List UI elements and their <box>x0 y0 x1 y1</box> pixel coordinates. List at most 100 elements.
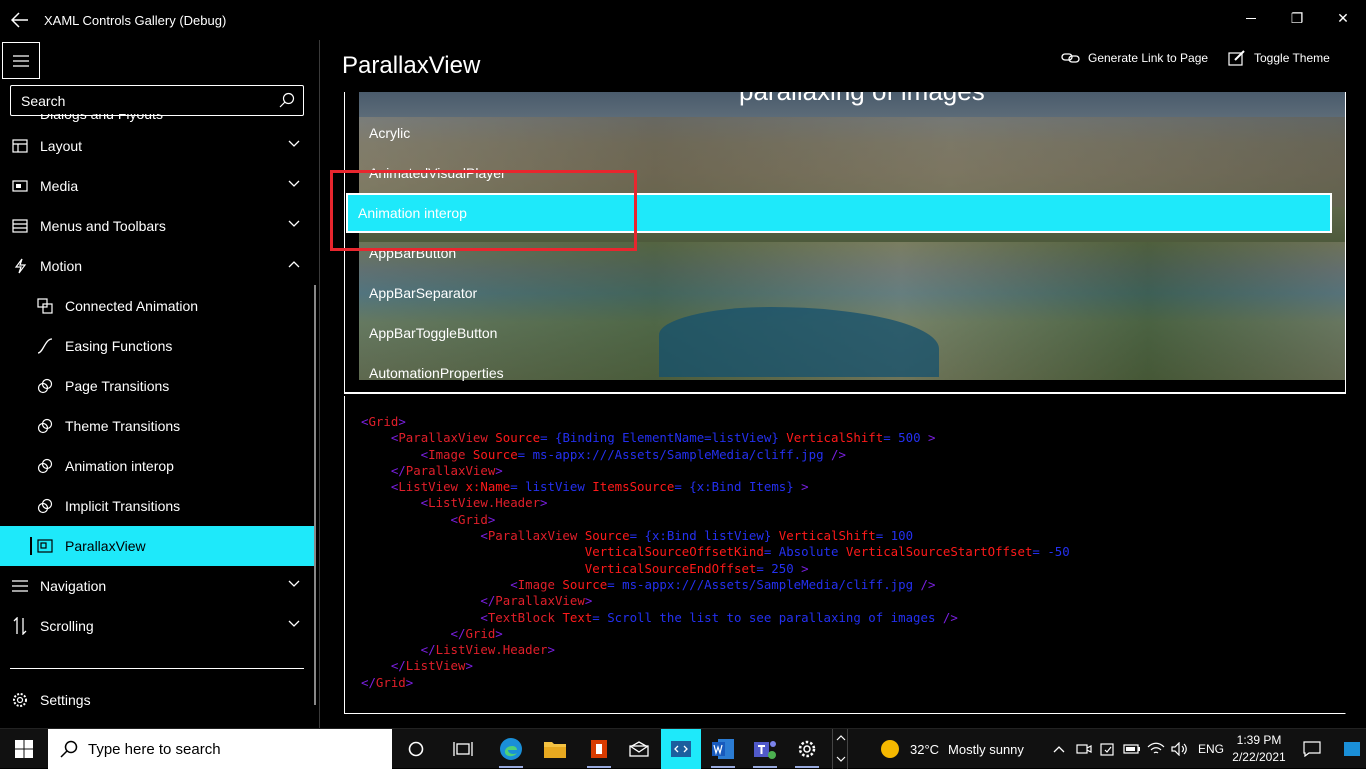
minimize-button[interactable]: — <box>1228 0 1274 36</box>
sidebar-item-motion[interactable]: Motion <box>0 246 319 286</box>
page-title: ParallaxView <box>342 52 481 79</box>
list-item-label: AppBarToggleButton <box>369 325 498 341</box>
sidebar-item-implicit-transitions[interactable]: Implicit Transitions <box>0 486 319 526</box>
taskbar-teams[interactable] <box>745 729 785 769</box>
scrolling-icon <box>11 617 29 635</box>
language-indicator[interactable]: ENG <box>1198 739 1224 759</box>
code-line: </ParallaxView> <box>361 463 1070 479</box>
taskbar-mail[interactable] <box>619 729 659 769</box>
notifications-button[interactable] <box>1302 739 1322 759</box>
xaml-code-block: <Grid> <ParallaxView Source= {Binding El… <box>361 414 1070 691</box>
taskbar-search-box[interactable]: Type here to search <box>48 729 392 769</box>
taskbar-office[interactable] <box>579 729 619 769</box>
code-line: VerticalSourceEndOffset= 250 > <box>361 561 1070 577</box>
list-item[interactable]: AppBarToggleButton <box>357 313 1329 353</box>
taskbar-xaml-gallery[interactable] <box>661 729 701 769</box>
list-item-label: AppBarSeparator <box>369 285 478 301</box>
highlight-annotation-box <box>330 170 637 251</box>
sidebar-item-media[interactable]: Media <box>0 166 319 206</box>
sidebar-item-connected-animation[interactable]: Connected Animation <box>0 286 319 326</box>
code-token: Source <box>495 430 541 446</box>
code-line: <ParallaxView Source= {x:Bind listView} … <box>361 528 1070 544</box>
taskbar-file-explorer[interactable] <box>535 729 575 769</box>
generate-link-button[interactable]: Generate Link to Page <box>1061 48 1208 68</box>
code-token: ParallaxView <box>405 462 496 478</box>
sidebar-item-scrolling[interactable]: Scrolling <box>0 606 319 646</box>
code-token: ListView <box>398 479 466 495</box>
theme-edit-icon <box>1228 50 1245 66</box>
tray-app-icon[interactable] <box>1098 739 1118 759</box>
battery-icon[interactable] <box>1122 739 1142 759</box>
list-item[interactable]: Acrylic <box>357 113 1329 153</box>
sidebar-item-label: Scrolling <box>40 618 94 634</box>
wifi-icon[interactable] <box>1146 739 1166 759</box>
media-icon <box>11 177 29 195</box>
toggle-theme-button[interactable]: Toggle Theme <box>1228 48 1330 68</box>
taskbar-clock[interactable]: 1:39 PM 2/22/2021 <box>1228 732 1290 766</box>
hamburger-icon <box>13 54 29 67</box>
sidebar-item-parallaxview[interactable]: ParallaxView <box>0 526 316 566</box>
meet-now-icon[interactable] <box>1074 739 1094 759</box>
sidebar-item-menus-toolbars[interactable]: Menus and Toolbars <box>0 206 319 246</box>
code-token: < <box>361 495 429 511</box>
sidebar-item-easing-functions[interactable]: Easing Functions <box>0 326 319 366</box>
clock-date: 2/22/2021 <box>1232 750 1286 764</box>
taskbar-settings[interactable] <box>787 729 827 769</box>
close-button[interactable]: ✕ <box>1320 0 1366 36</box>
code-token: = Scroll the list to see parallaxing of … <box>592 609 943 625</box>
cortana-button[interactable] <box>396 729 436 769</box>
clock-time: 1:39 PM <box>1236 733 1282 747</box>
list-item[interactable]: AutomationProperties <box>357 353 1329 393</box>
code-token: < <box>361 446 429 462</box>
sidebar-item-dialogs-flyouts[interactable]: Dialogs and Flyouts <box>0 114 319 126</box>
search-icon[interactable] <box>279 92 295 108</box>
restore-button[interactable]: ❐ <box>1274 0 1320 36</box>
restore-icon: ❐ <box>1290 9 1304 26</box>
code-token: Grid <box>375 674 406 690</box>
weather-widget[interactable]: 32°C Mostly sunny <box>880 729 1024 769</box>
code-token: VerticalSourceEndOffset <box>361 560 757 576</box>
code-token: = Absolute <box>763 544 846 560</box>
show-desktop-button[interactable] <box>1342 739 1362 759</box>
hamburger-button[interactable] <box>2 42 40 79</box>
code-token: < <box>361 528 488 544</box>
code-line: <Grid> <box>361 512 1070 528</box>
code-token: TextBlock <box>487 609 563 625</box>
list-item[interactable]: AppBarSeparator <box>357 273 1329 313</box>
task-view-button[interactable] <box>443 729 483 769</box>
sidebar-item-label: Connected Animation <box>65 298 199 314</box>
office-icon <box>591 740 607 758</box>
navigation-pane: Dialogs and Flyouts Layout Media Menus a… <box>0 40 320 728</box>
code-line: <ListView.Header> <box>361 495 1070 511</box>
link-icon <box>1061 53 1080 63</box>
sidebar-item-navigation[interactable]: Navigation <box>0 566 319 606</box>
taskbar-edge[interactable] <box>491 729 531 769</box>
sidebar-scrollbar[interactable] <box>314 285 316 705</box>
code-token: > <box>495 625 503 641</box>
volume-icon[interactable] <box>1170 739 1190 759</box>
start-button[interactable] <box>0 729 48 769</box>
search-box[interactable] <box>10 85 304 116</box>
code-token: > <box>540 495 548 511</box>
sidebar-item-animation-interop[interactable]: Animation interop <box>0 446 319 486</box>
show-hidden-icons-button[interactable] <box>1049 739 1069 759</box>
taskbar-word[interactable] <box>703 729 743 769</box>
generate-link-label: Generate Link to Page <box>1088 51 1209 65</box>
sidebar-item-settings[interactable]: Settings <box>0 680 319 720</box>
divider <box>10 668 304 669</box>
xaml-code-panel: <Grid> <ParallaxView Source= {Binding El… <box>344 396 1346 714</box>
sidebar-item-page-transitions[interactable]: Page Transitions <box>0 366 319 406</box>
list-item-label: AutomationProperties <box>369 365 504 381</box>
taskbar-scroll-buttons[interactable] <box>832 729 848 769</box>
code-token: = 500 <box>883 430 928 446</box>
code-token: Text <box>562 609 593 625</box>
sidebar-item-layout[interactable]: Layout <box>0 126 319 166</box>
sidebar-item-label: Page Transitions <box>65 378 170 394</box>
motion-icon <box>11 257 29 275</box>
sidebar-item-label: Implicit Transitions <box>65 498 181 514</box>
search-input[interactable] <box>11 86 261 115</box>
chevron-down-icon <box>836 756 846 762</box>
code-line: </ParallaxView> <box>361 593 1070 609</box>
back-button[interactable] <box>0 0 40 40</box>
sidebar-item-theme-transitions[interactable]: Theme Transitions <box>0 406 319 446</box>
